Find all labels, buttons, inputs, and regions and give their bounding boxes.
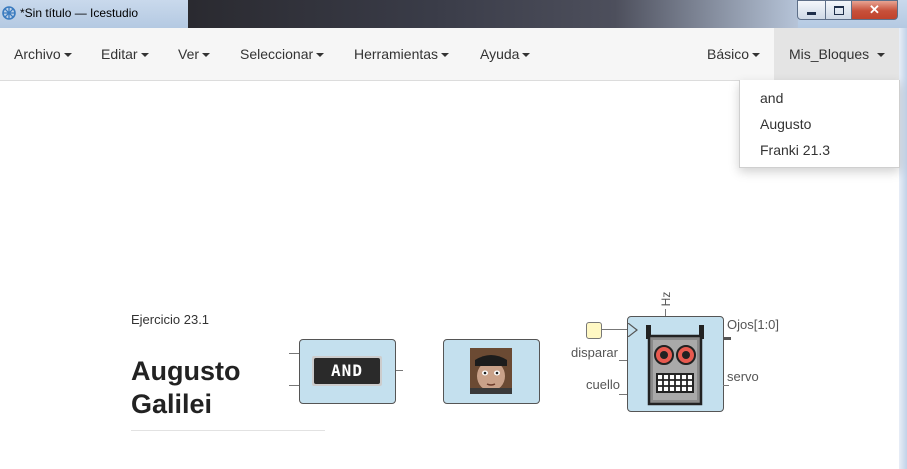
menu-archivo[interactable]: Archivo: [14, 28, 72, 80]
menu-mis-bloques-label: Mis_Bloques: [789, 46, 870, 62]
franki-block[interactable]: [627, 316, 724, 412]
caret-down-icon: [140, 53, 149, 58]
caret-down-icon: [441, 53, 450, 58]
minimize-button[interactable]: [797, 0, 826, 20]
dropdown-item-franki[interactable]: Franki 21.3: [760, 142, 830, 158]
window-title: *Sin título — Icestudio: [20, 6, 139, 20]
robot-icon: [646, 325, 704, 406]
icestudio-app-icon: [2, 6, 16, 20]
menu-seleccionar-label: Seleccionar: [240, 46, 314, 62]
servo-output-wire: [723, 385, 729, 386]
clock-trigger-icon: [628, 323, 638, 337]
menu-editar[interactable]: Editar: [101, 28, 149, 80]
franki-param-wire: [665, 309, 666, 316]
heading-line-2: Galilei: [131, 389, 213, 419]
cuello-wire: [619, 394, 627, 395]
window-controls: ✕: [797, 0, 898, 20]
and-input-wire-1: [289, 353, 299, 354]
disparar-wire: [601, 329, 627, 330]
maximize-icon: [833, 5, 844, 15]
menu-basico-label: Básico: [707, 46, 750, 62]
menu-seleccionar[interactable]: Seleccionar: [240, 28, 325, 80]
caret-down-icon: [316, 53, 325, 58]
input-port-marker[interactable]: [586, 322, 602, 339]
port-label-servo: servo: [727, 369, 759, 384]
dropdown-item-and[interactable]: and: [760, 90, 783, 106]
bus-output-wire: [723, 337, 731, 340]
and-output-wire: [395, 370, 403, 371]
and-block[interactable]: AND: [299, 339, 396, 404]
augusto-portrait-image: [470, 348, 512, 394]
caret-down-icon: [202, 53, 211, 58]
title-bar-background: [188, 0, 798, 28]
port-label-cuello: cuello: [586, 377, 620, 392]
menu-ayuda-label: Ayuda: [480, 46, 520, 62]
window-right-border: [899, 28, 907, 469]
mis-bloques-dropdown: and Augusto Franki 21.3: [739, 80, 900, 168]
menu-archivo-label: Archivo: [14, 46, 61, 62]
heading-text: Augusto Galilei: [131, 355, 240, 421]
port-label-disparar: disparar: [571, 345, 618, 360]
menu-mis-bloques[interactable]: Mis_Bloques: [774, 28, 900, 80]
menu-ver-label: Ver: [178, 46, 200, 62]
menu-herramientas-label: Herramientas: [354, 46, 439, 62]
and-gate-icon: AND: [312, 356, 382, 386]
close-icon: ✕: [869, 2, 880, 17]
menu-herramientas[interactable]: Herramientas: [354, 28, 450, 80]
caret-down-icon: [752, 53, 761, 58]
heading-divider: [131, 430, 325, 431]
input-wire-2: [619, 360, 627, 361]
and-block-label: AND: [331, 361, 363, 380]
menu-ver[interactable]: Ver: [178, 28, 211, 80]
menu-ayuda[interactable]: Ayuda: [480, 28, 531, 80]
menu-basico[interactable]: Básico: [707, 28, 761, 80]
title-bar: *Sin título — Icestudio ✕: [0, 0, 907, 28]
franki-param-label: Hz: [659, 291, 673, 307]
menu-bar: Archivo Editar Ver Seleccionar Herramien…: [0, 28, 900, 81]
exercise-label: Ejercicio 23.1: [131, 312, 210, 327]
caret-down-icon: [877, 53, 886, 58]
close-button[interactable]: ✕: [852, 0, 898, 20]
minimize-icon: [807, 12, 816, 15]
dropdown-item-augusto[interactable]: Augusto: [760, 116, 811, 132]
heading-line-1: Augusto: [131, 356, 241, 386]
menu-editar-label: Editar: [101, 46, 138, 62]
port-label-ojos: Ojos[1:0]: [727, 317, 780, 332]
caret-down-icon: [63, 53, 72, 58]
and-input-wire-2: [289, 385, 299, 386]
caret-down-icon: [522, 53, 531, 58]
augusto-block[interactable]: [443, 339, 540, 404]
maximize-button[interactable]: [826, 0, 852, 20]
